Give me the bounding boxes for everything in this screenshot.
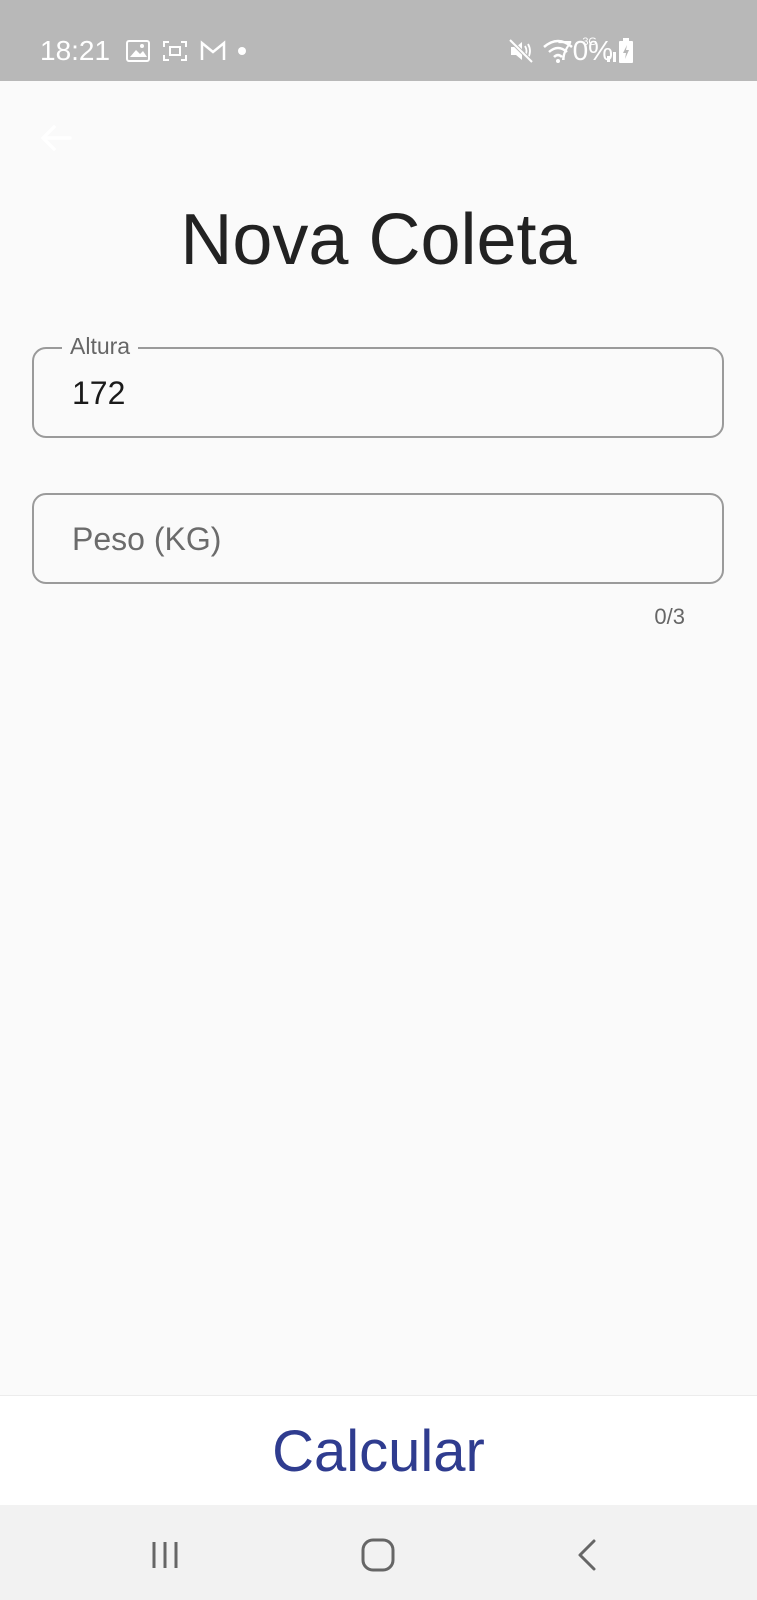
battery-percent: 70%: [557, 35, 614, 66]
home-button[interactable]: [358, 1535, 398, 1575]
gallery-icon: [126, 40, 150, 62]
peso-character-counter: 0/3: [654, 604, 685, 629]
battery-charging-icon: [619, 38, 633, 63]
status-bar: 18:21 3G 70%: [0, 0, 757, 81]
altura-label: Altura: [62, 331, 139, 361]
system-nav-bar: [0, 1505, 757, 1600]
status-time: 18:21: [40, 35, 111, 66]
status-icons-left: [126, 36, 246, 66]
page-title: Nova Coleta: [180, 200, 577, 280]
altura-field[interactable]: Altura 172: [32, 331, 724, 438]
arrow-left-icon: [41, 125, 72, 151]
altura-value[interactable]: 172: [72, 373, 125, 413]
back-button[interactable]: [36, 118, 76, 158]
peso-placeholder[interactable]: Peso (KG): [72, 519, 221, 559]
gmail-icon: [200, 40, 226, 60]
peso-field[interactable]: Peso (KG): [32, 493, 724, 584]
recent-apps-icon: [152, 1542, 178, 1568]
bottom-action-bar: Calcular: [0, 1395, 757, 1506]
home-icon: [361, 1538, 395, 1572]
screenshot-icon: [163, 41, 187, 61]
calcular-button[interactable]: Calcular: [0, 1396, 757, 1506]
notification-dot-icon: [238, 47, 246, 55]
nav-back-button[interactable]: [568, 1535, 608, 1575]
mute-icon: [508, 38, 534, 64]
back-icon: [578, 1539, 596, 1571]
recent-apps-button[interactable]: [145, 1535, 185, 1575]
